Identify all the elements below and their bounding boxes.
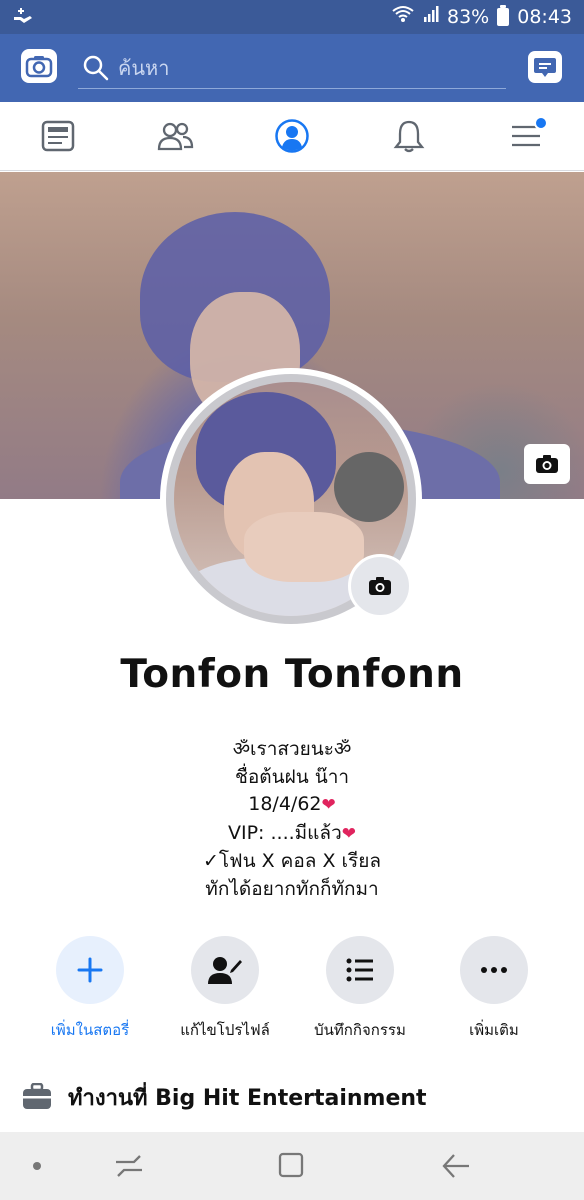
battery-icon (497, 4, 510, 26)
add-to-story-label: เพิ่มในสตอรี่ (50, 1021, 130, 1039)
profile-name: Tonfon Tonfonn (120, 652, 464, 697)
bio-line: ชื่อต้นฝน น๊าา (234, 765, 350, 788)
more-circle (460, 936, 528, 1004)
heart-icon: ❤ (341, 823, 356, 844)
nav-tabs (0, 102, 584, 171)
status-bar: 83% 08:43 (0, 0, 584, 34)
camera-icon (369, 577, 391, 595)
recents-icon (116, 1155, 142, 1177)
chat-bubble-icon (534, 58, 556, 77)
system-navigation-bar (0, 1132, 584, 1200)
bell-icon (393, 120, 425, 153)
edit-profile-label: แก้ไขโปรไฟล์ (180, 1021, 270, 1039)
app-bar (0, 34, 584, 102)
activity-log-label: บันทึกกิจกรรม (314, 1021, 406, 1039)
notification-hand-icon (12, 6, 34, 31)
battery-percent: 83% (447, 5, 490, 28)
camera-icon (536, 455, 558, 473)
status-right: 83% 08:43 (391, 4, 572, 28)
add-to-story-circle (56, 936, 124, 1004)
back-icon (442, 1154, 469, 1178)
search-input[interactable] (116, 55, 500, 81)
more-icon (481, 967, 507, 973)
camera-icon (25, 56, 53, 78)
friends-icon (157, 122, 194, 151)
recents-button[interactable] (112, 1152, 146, 1184)
signal-icon (423, 5, 439, 28)
wifi-icon (391, 5, 415, 28)
edit-profile-circle (191, 936, 259, 1004)
tab-profile[interactable] (242, 102, 342, 170)
list-icon (346, 958, 373, 982)
activity-log-circle (326, 936, 394, 1004)
home-icon (278, 1152, 304, 1178)
edit-profile-icon (208, 957, 242, 984)
dot-icon (33, 1162, 41, 1170)
profile-actions: เพิ่มในสตอรี่ แก้ไขโปรไฟล์ บันทึกกิจกรรม… (0, 936, 584, 1046)
clock: 08:43 (517, 5, 572, 28)
edit-avatar-button[interactable] (348, 554, 412, 618)
more-button[interactable]: เพิ่มเติม (424, 936, 564, 1042)
edit-profile-button[interactable]: แก้ไขโปรไฟล์ (155, 936, 295, 1042)
bio-line: VIP: ....มีแล้ว (228, 821, 342, 844)
bio-line-wrap: VIP: ....มีแล้ว❤ (0, 820, 584, 849)
avatar-photo-prop (334, 452, 404, 522)
profile-icon (275, 119, 309, 153)
back-button[interactable] (440, 1152, 472, 1184)
messenger-button[interactable] (528, 51, 562, 83)
work-info[interactable]: ทำงานที่ Big Hit Entertainment (22, 1080, 562, 1114)
search-icon (82, 54, 110, 82)
tab-friends[interactable] (125, 102, 225, 170)
tab-menu[interactable] (476, 102, 576, 170)
search-bar[interactable] (78, 48, 506, 89)
tab-news-feed[interactable] (8, 102, 108, 170)
avatar-photo-hand (244, 512, 364, 582)
activity-log-button[interactable]: บันทึกกิจกรรม (290, 936, 430, 1042)
bio-line: ॐเราสวยนะॐ (232, 738, 352, 760)
bio-line: ทักได้อยากทักก็ทักมา (205, 877, 379, 900)
briefcase-icon (23, 1083, 51, 1109)
plus-icon (77, 957, 103, 983)
profile-bio: ॐเราสวยนะॐ ชื่อต้นฝน น๊าา 18/4/62❤ VIP: … (0, 736, 584, 903)
more-label: เพิ่มเติม (469, 1021, 519, 1039)
menu-notification-dot (534, 116, 548, 130)
camera-button[interactable] (21, 49, 57, 83)
bio-line: ✓โฟน X คอล X เรียล (203, 850, 381, 872)
bio-line-wrap: 18/4/62❤ (0, 791, 584, 820)
edit-cover-button[interactable] (524, 444, 570, 484)
add-to-story-button[interactable]: เพิ่มในสตอรี่ (20, 936, 160, 1042)
tab-notifications[interactable] (359, 102, 459, 170)
bio-line: 18/4/62 (248, 793, 322, 815)
heart-icon: ❤ (321, 795, 336, 815)
news-feed-icon (41, 120, 75, 152)
work-text: ทำงานที่ Big Hit Entertainment (68, 1085, 427, 1111)
home-button[interactable] (277, 1151, 305, 1183)
